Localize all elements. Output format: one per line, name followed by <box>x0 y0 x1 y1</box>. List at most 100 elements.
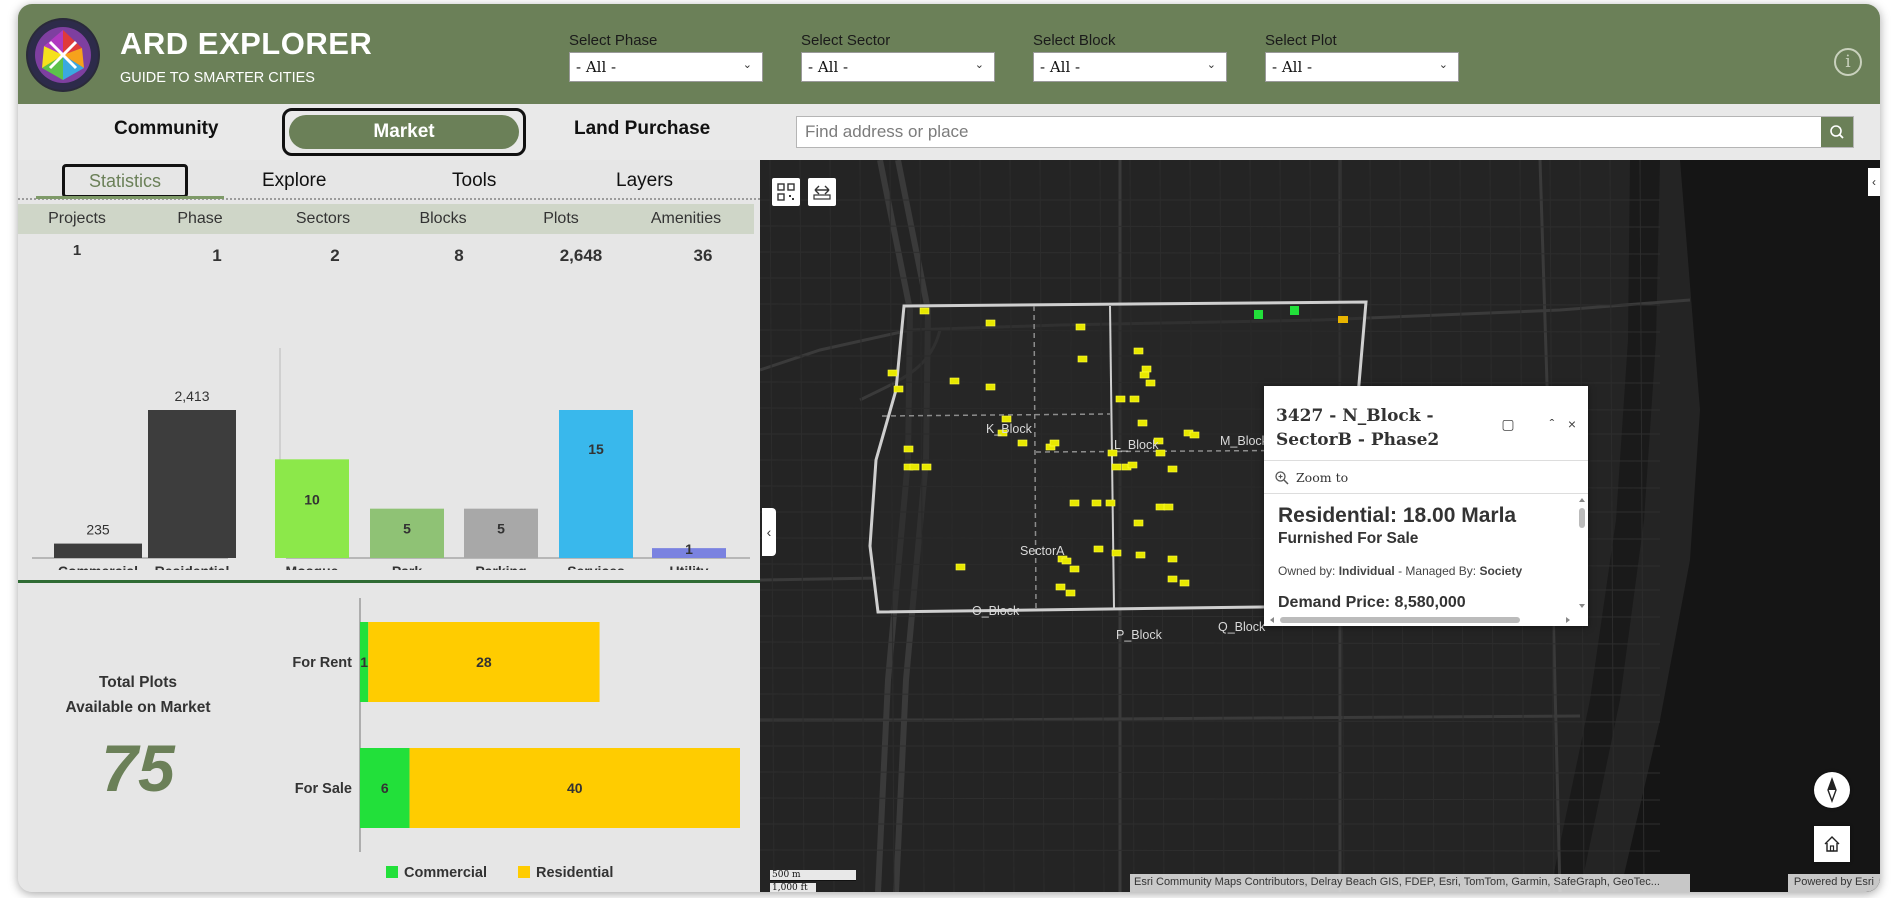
app-window: ARD EXPLORER GUIDE TO SMARTER CITIES Sel… <box>18 4 1880 892</box>
map-view[interactable]: ‹ ‹ K_Block L_Block M_Block SectorA O_Bl… <box>760 160 1880 892</box>
plot-marker-13 <box>903 445 914 453</box>
measure-button[interactable] <box>808 178 836 206</box>
owned-by-value: Individual <box>1338 564 1395 578</box>
app-subtitle: GUIDE TO SMARTER CITIES <box>120 70 315 86</box>
sector-select[interactable]: - All - ⌄ <box>801 52 995 82</box>
plot-status: Furnished For Sale <box>1278 530 1419 547</box>
plot-marker-15 <box>909 463 920 471</box>
street-h-19 <box>760 693 1661 696</box>
active-tab-underline <box>36 196 224 199</box>
street-h-17 <box>760 641 1661 645</box>
stat-value-sectors: 2 <box>330 246 340 265</box>
plot-marker-45 <box>1129 395 1140 403</box>
street-v-1 <box>799 160 805 892</box>
managed-by-label: - Managed By: <box>1398 564 1477 578</box>
bar-value-residential: 2,413 <box>174 388 209 404</box>
header-bar: ARD EXPLORER GUIDE TO SMARTER CITIES Sel… <box>18 4 1880 104</box>
map-attribution: Esri Community Maps Contributors, Delray… <box>1130 874 1690 892</box>
legend-label-commercial: Commercial <box>404 865 487 881</box>
plot-marker-43 <box>1145 379 1156 387</box>
stat-label-phase: Phase <box>177 210 223 227</box>
plot-marker-5 <box>985 383 996 391</box>
zoom-in-icon <box>1275 471 1289 485</box>
plot-marker-16 <box>921 463 932 471</box>
compass-button[interactable] <box>1814 772 1850 808</box>
ownership-line: Owned by: Individual - Managed By: Socie… <box>1278 564 1522 578</box>
qr-code-button[interactable] <box>772 178 800 206</box>
plot-marker-commercial-1 <box>1290 306 1299 315</box>
search-input[interactable] <box>797 117 1817 147</box>
tab-explore[interactable]: Explore <box>262 170 326 192</box>
plot-and-amenity-bar-charts: 235 Commercial 2,413 Residential 10 Mosque 5 Pa… <box>32 348 750 570</box>
street-v-28 <box>1609 160 1615 892</box>
zoom-to-label: Zoom to <box>1296 470 1349 485</box>
stat-label-projects: Projects <box>48 210 106 227</box>
phase-select[interactable]: - All - ⌄ <box>569 52 763 82</box>
popup-vertical-scrollbar[interactable] <box>1578 498 1586 608</box>
category-label-for-rent: For Rent <box>292 655 352 671</box>
plot-marker-46 <box>1137 419 1148 427</box>
plot-marker-3 <box>1133 347 1144 355</box>
tick-label-residential: Residential <box>155 563 230 570</box>
stat-value-amenities: 36 <box>693 246 713 265</box>
phase-select-value: - All - <box>576 58 617 76</box>
dock-icon[interactable]: ▢ <box>1498 414 1518 434</box>
plot-marker-8 <box>1077 355 1088 363</box>
search-box <box>796 116 1854 148</box>
bar-value-utility: 1 <box>685 541 693 557</box>
sector-select-value: - All - <box>808 58 849 76</box>
plot-marker-33 <box>1069 565 1080 573</box>
tab-market[interactable]: Market <box>289 115 519 149</box>
expand-right-button[interactable]: ‹ <box>1868 168 1880 196</box>
tab-statistics[interactable]: Statistics <box>65 167 185 195</box>
sector-filter: Select Sector - All - ⌄ <box>801 32 995 82</box>
plot-filter-label: Select Plot <box>1265 32 1337 49</box>
plot-marker-39 <box>1055 583 1066 591</box>
tick-label-services: Services <box>567 563 625 570</box>
block-label-q: Q_Block <box>1218 620 1266 634</box>
legend-swatch-commercial <box>386 866 398 878</box>
tab-layers[interactable]: Layers <box>616 170 673 192</box>
popup-horizontal-scrollbar[interactable] <box>1270 616 1570 624</box>
info-icon[interactable]: i <box>1834 48 1862 76</box>
collapse-icon[interactable]: ˆ <box>1542 414 1562 434</box>
tab-community[interactable]: Community <box>114 118 219 140</box>
block-filter: Select Block - All - ⌄ <box>1033 32 1227 82</box>
plot-select-value: - All - <box>1272 58 1313 76</box>
street-v-3 <box>859 160 865 892</box>
search-button[interactable] <box>1821 117 1853 147</box>
plot-marker-27 <box>1105 499 1116 507</box>
plot-marker-35 <box>1111 549 1122 557</box>
stat-value-projects: 1 <box>72 242 82 259</box>
popup-title: 3427 - N_Block - SectorB - Phase2 <box>1276 406 1440 450</box>
plot-select[interactable]: - All - ⌄ <box>1265 52 1459 82</box>
managed-by-value: Society <box>1479 564 1523 578</box>
qr-code-icon <box>777 183 795 201</box>
search-icon <box>1830 125 1844 139</box>
powered-by[interactable]: Powered by Esri <box>1787 874 1880 892</box>
plot-marker-48 <box>1179 579 1190 587</box>
demand-price-value: 8,580,000 <box>1394 594 1466 611</box>
collapse-panel-button[interactable]: ‹ <box>762 508 776 556</box>
bar-services <box>559 410 633 558</box>
street-v-2 <box>829 160 835 892</box>
plot-marker-47 <box>1167 465 1178 473</box>
plot-marker-44 <box>1115 395 1126 403</box>
plot-marker-24 <box>1127 461 1138 469</box>
close-icon[interactable]: × <box>1562 414 1582 434</box>
stat-label-blocks: Blocks <box>419 210 467 227</box>
block-label-k: K_Block <box>986 422 1032 436</box>
zoom-to-action[interactable]: Zoom to <box>1264 460 1588 494</box>
home-button[interactable] <box>1814 826 1850 862</box>
tab-tools[interactable]: Tools <box>452 170 496 192</box>
tab-land-purchase[interactable]: Land Purchase <box>574 118 710 140</box>
chevron-left-icon: ‹ <box>1872 175 1876 189</box>
tick-label-mosque: Mosque <box>286 563 339 570</box>
main-nav: Community Market Land Purchase <box>18 104 1880 160</box>
stat-value-plots: 2,648 <box>559 246 603 265</box>
street-h-23 <box>760 797 1661 801</box>
tick-label-commercial: Commercial <box>58 563 138 570</box>
plot-popup: 3427 - N_Block - SectorB - Phase2 ▢ ˆ × … <box>1264 386 1588 626</box>
block-select[interactable]: - All - ⌄ <box>1033 52 1227 82</box>
sector-filter-label: Select Sector <box>801 32 891 49</box>
